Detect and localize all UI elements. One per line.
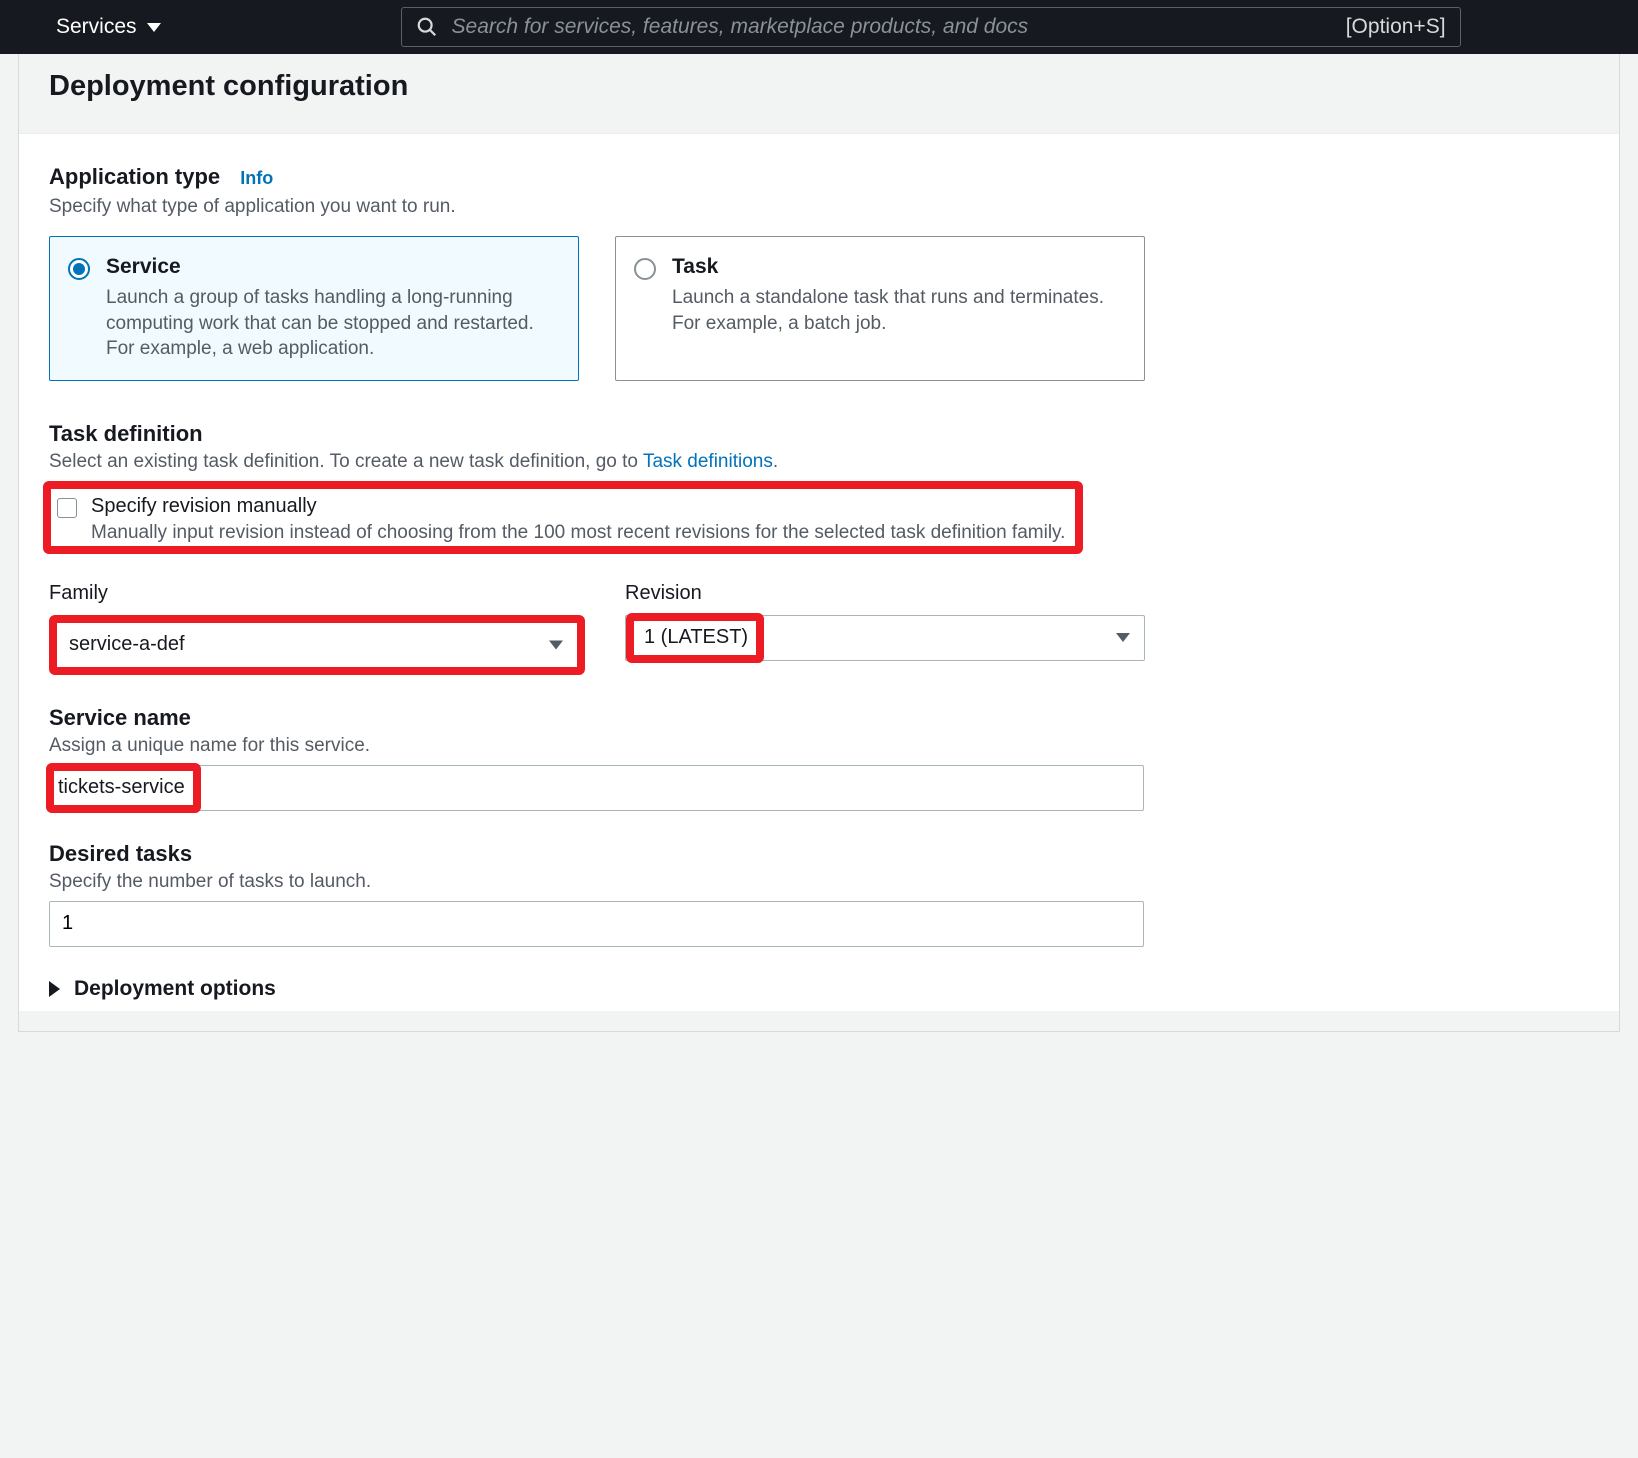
services-label: Services: [56, 15, 137, 39]
search-input[interactable]: [452, 15, 1332, 39]
page-title: Deployment configuration: [49, 70, 1589, 103]
family-value: service-a-def: [69, 633, 185, 656]
chevron-down-icon: [147, 23, 161, 32]
highlight-specify-revision: Specify revision manually Manually input…: [43, 481, 1083, 554]
revision-label: Revision: [625, 582, 1145, 605]
panel-header: Deployment configuration: [19, 54, 1619, 133]
family-select[interactable]: service-a-def: [57, 623, 577, 667]
specify-revision-checkbox[interactable]: [57, 498, 77, 518]
chevron-down-icon: [1116, 633, 1130, 642]
search-bar[interactable]: [Option+S]: [401, 7, 1461, 47]
radio-icon: [68, 258, 90, 280]
task-definitions-link[interactable]: Task definitions: [643, 451, 773, 472]
specify-revision-hint: Manually input revision instead of choos…: [91, 522, 1065, 544]
specify-revision-label: Specify revision manually: [91, 495, 317, 518]
section-title-app-type: Application type Info: [49, 164, 1589, 190]
desired-hint: Specify the number of tasks to launch.: [49, 871, 1589, 893]
deployment-options-expander[interactable]: Deployment options: [49, 977, 1589, 1001]
search-icon: [416, 16, 438, 38]
tile-title: Task: [672, 255, 1124, 279]
info-link[interactable]: Info: [240, 168, 273, 188]
family-col: Family service-a-def: [49, 582, 585, 675]
desired-tasks-input[interactable]: [49, 901, 1144, 947]
highlight-revision: 1 (LATEST): [626, 613, 764, 663]
specify-revision-row: Specify revision manually: [57, 495, 1065, 518]
services-menu[interactable]: Services: [56, 15, 161, 39]
family-revision-row: Family service-a-def Revision: [49, 582, 1589, 675]
section-hint-app-type: Specify what type of application you wan…: [49, 196, 1589, 218]
service-name-value: tickets-service: [58, 776, 185, 799]
service-name-section: Service name Assign a unique name for th…: [49, 705, 1589, 811]
desired-title: Desired tasks: [49, 841, 1589, 867]
family-label: Family: [49, 582, 585, 605]
tile-task[interactable]: Task Launch a standalone task that runs …: [615, 236, 1145, 381]
service-name-hint: Assign a unique name for this service.: [49, 735, 1589, 757]
top-nav: Services [Option+S]: [0, 0, 1638, 54]
task-def-hint: Select an existing task definition. To c…: [49, 451, 1589, 473]
shortcut-hint: [Option+S]: [1346, 15, 1446, 39]
tile-title: Service: [106, 255, 558, 279]
deployment-options-label: Deployment options: [74, 977, 276, 1001]
family-select-wrap[interactable]: service-a-def: [57, 623, 577, 667]
task-def-title: Task definition: [49, 421, 1589, 447]
panel-body: Application type Info Specify what type …: [19, 133, 1619, 1011]
tile-desc: Launch a group of tasks handling a long-…: [106, 285, 558, 362]
highlight-family: service-a-def: [49, 615, 585, 675]
app-type-tiles: Service Launch a group of tasks handling…: [49, 236, 1589, 381]
task-definition-section: Task definition Select an existing task …: [49, 421, 1589, 675]
radio-icon: [634, 258, 656, 280]
desired-tasks-section: Desired tasks Specify the number of task…: [49, 841, 1589, 947]
chevron-right-icon: [49, 981, 60, 997]
tile-service[interactable]: Service Launch a group of tasks handling…: [49, 236, 579, 381]
revision-select[interactable]: 1 (LATEST): [625, 615, 1145, 661]
highlight-service-name: tickets-service: [46, 763, 201, 813]
revision-col: Revision 1 (LATEST): [625, 582, 1145, 675]
service-name-title: Service name: [49, 705, 1589, 731]
revision-value: 1 (LATEST): [640, 626, 748, 649]
tile-desc: Launch a standalone task that runs and t…: [672, 285, 1124, 336]
service-name-input[interactable]: tickets-service: [49, 765, 1144, 811]
page-container: Deployment configuration Application typ…: [18, 54, 1620, 1032]
